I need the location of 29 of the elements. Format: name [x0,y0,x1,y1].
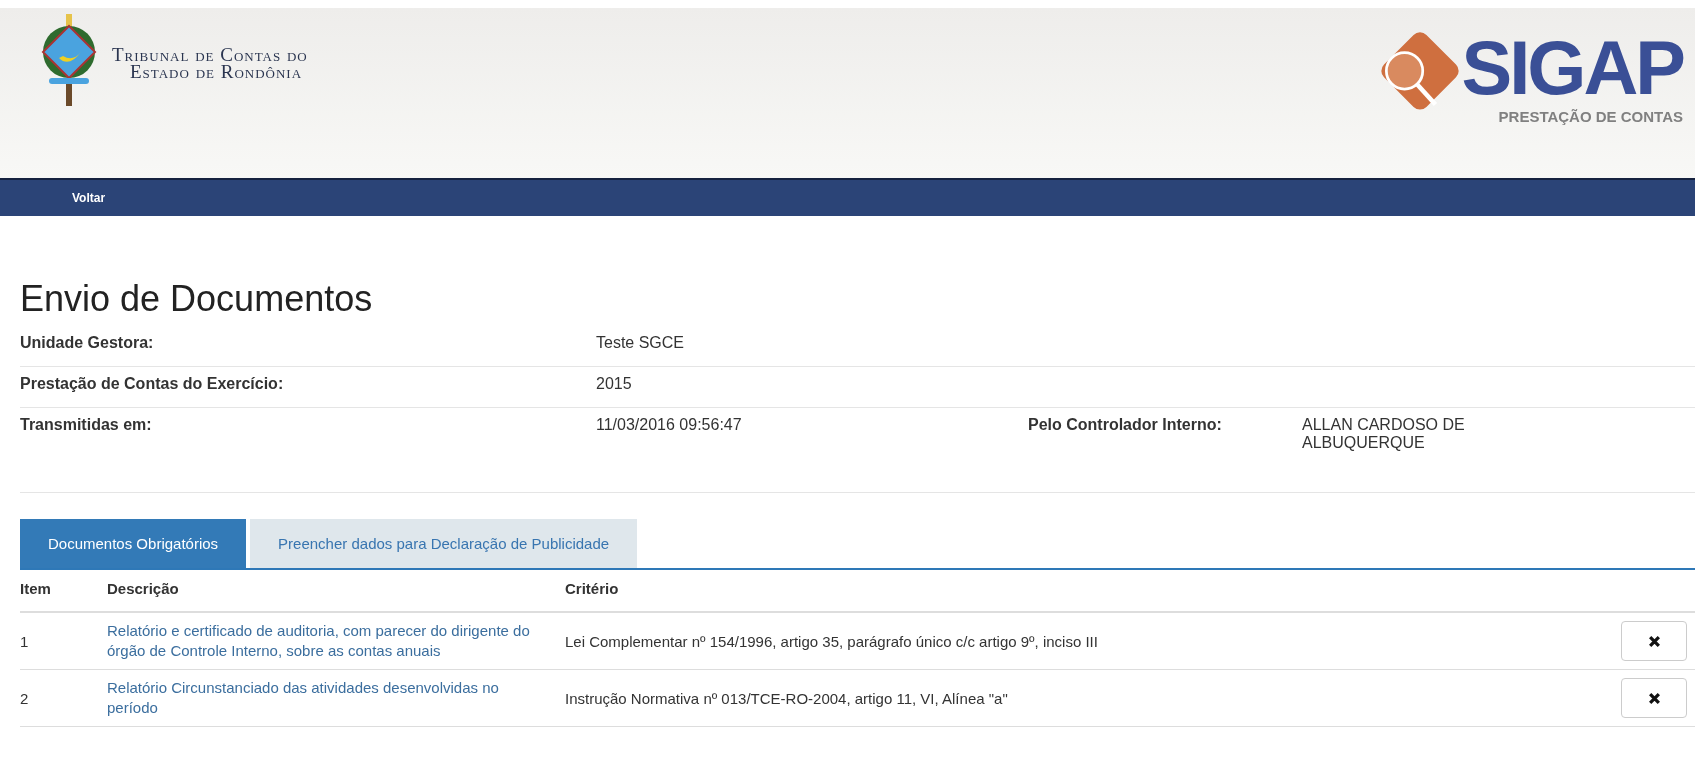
document-link[interactable]: Relatório Circunstanciado das atividades desenvolvidas no período [107,678,537,718]
table-cell: 1 [20,612,107,670]
remove-button[interactable] [1621,621,1687,661]
document-link[interactable]: Relatório e certificado de auditoria, com parecer do dirigente do órgão de Controle Interno, sobre as contas anuais [107,621,537,661]
back-link[interactable]: Voltar [72,191,106,205]
tab[interactable]: Documentos Obrigatórios [20,519,247,568]
close-icon [1647,691,1661,705]
table-cell: Lei Complementar nº 154/1996, artigo 35, parágrafo único c/c artigo 9º, inciso III [565,612,1615,670]
institution-name: Estado de Rondônia [129,63,304,80]
tab[interactable]: Preencher dados para Declaração de Publicidade [250,519,638,568]
table-cell: Instrução Normativa nº 013/TCE-RO-2004, artigo 11, VI, Alínea "a" [565,669,1615,727]
field-value: ALLAN CARDOSO DE ALBUQUERQUE [1302,416,1466,452]
column-header: Item [20,570,107,612]
brand-subtitle: PRESTAÇÃO DE CONTAS [1498,108,1683,125]
column-header: Descrição [107,570,565,612]
table-cell: 2 [20,669,107,727]
remove-button[interactable] [1621,678,1687,718]
field-label: Unidade Gestora: [20,334,155,352]
close-icon [1647,634,1661,648]
brand-logo: SIGAP [1461,30,1683,106]
field-value: Teste SGCE [596,334,686,352]
institution-name: Tribunal de Contas do [112,46,308,63]
field-value: 2015 [596,375,633,393]
column-header: Critério [565,570,1615,612]
field-value: 11/03/2016 09:56:47 [596,416,743,434]
page-title: Envio de Documentos [20,278,374,320]
field-label: Pelo Controlador Interno: [1028,416,1223,434]
field-label: Transmitidas em: [20,416,153,434]
field-label: Prestação de Contas do Exercício: [20,375,285,393]
